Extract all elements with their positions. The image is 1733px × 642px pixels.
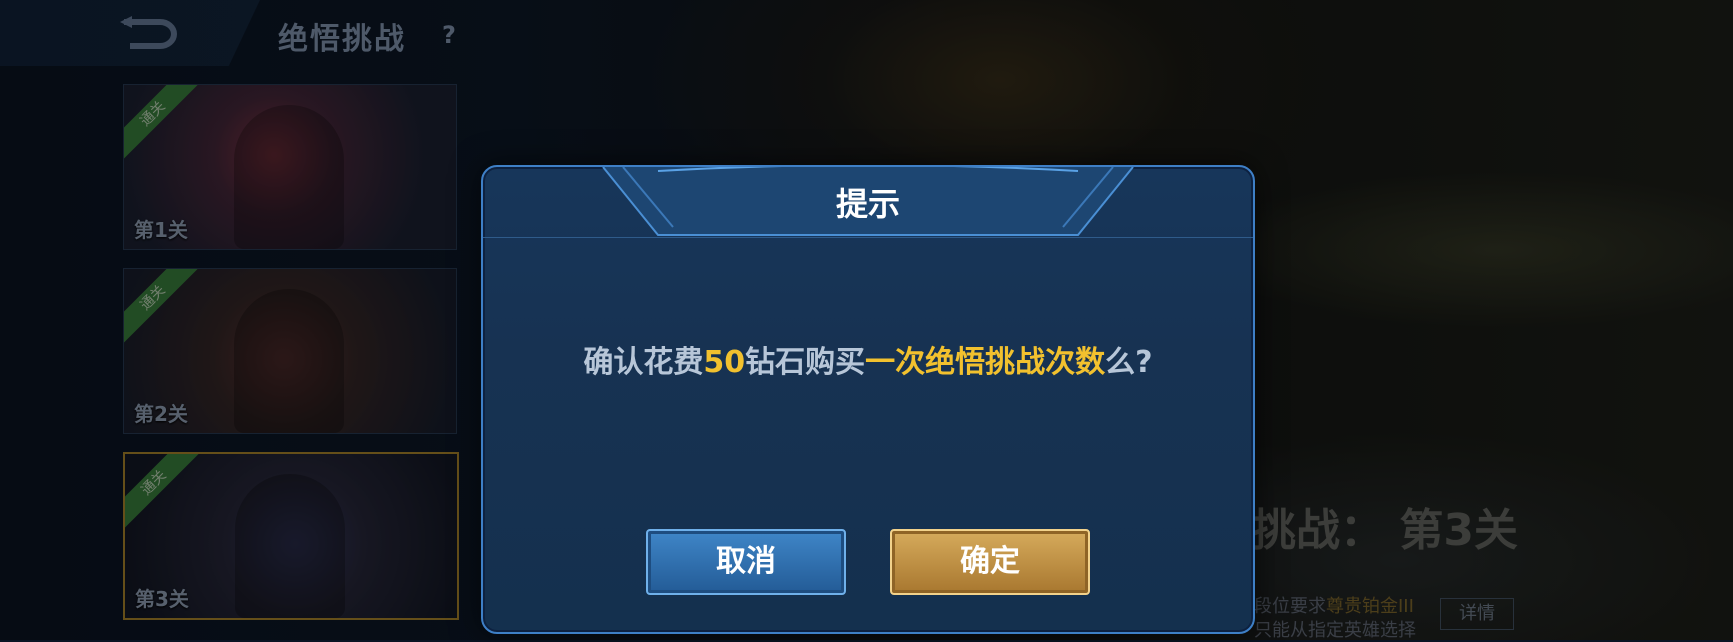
dialog-title: 提示 bbox=[835, 185, 900, 223]
confirm-button[interactable]: 确定 bbox=[890, 529, 1090, 595]
dialog-header: 提示 bbox=[483, 167, 1253, 238]
confirm-dialog: 提示 确认花费50钻石购买一次绝悟挑战次数么? 取消 确定 bbox=[481, 165, 1255, 634]
message-text: 么? bbox=[1105, 345, 1153, 380]
message-text: 钻石购买 bbox=[745, 345, 866, 380]
dialog-message: 确认花费50钻石购买一次绝悟挑战次数么? bbox=[483, 337, 1253, 381]
message-text: 确认花费 bbox=[583, 345, 704, 380]
purchase-item: 一次绝悟挑战次数 bbox=[865, 345, 1106, 380]
diamond-amount: 50 bbox=[703, 345, 746, 380]
cancel-button[interactable]: 取消 bbox=[646, 529, 846, 595]
